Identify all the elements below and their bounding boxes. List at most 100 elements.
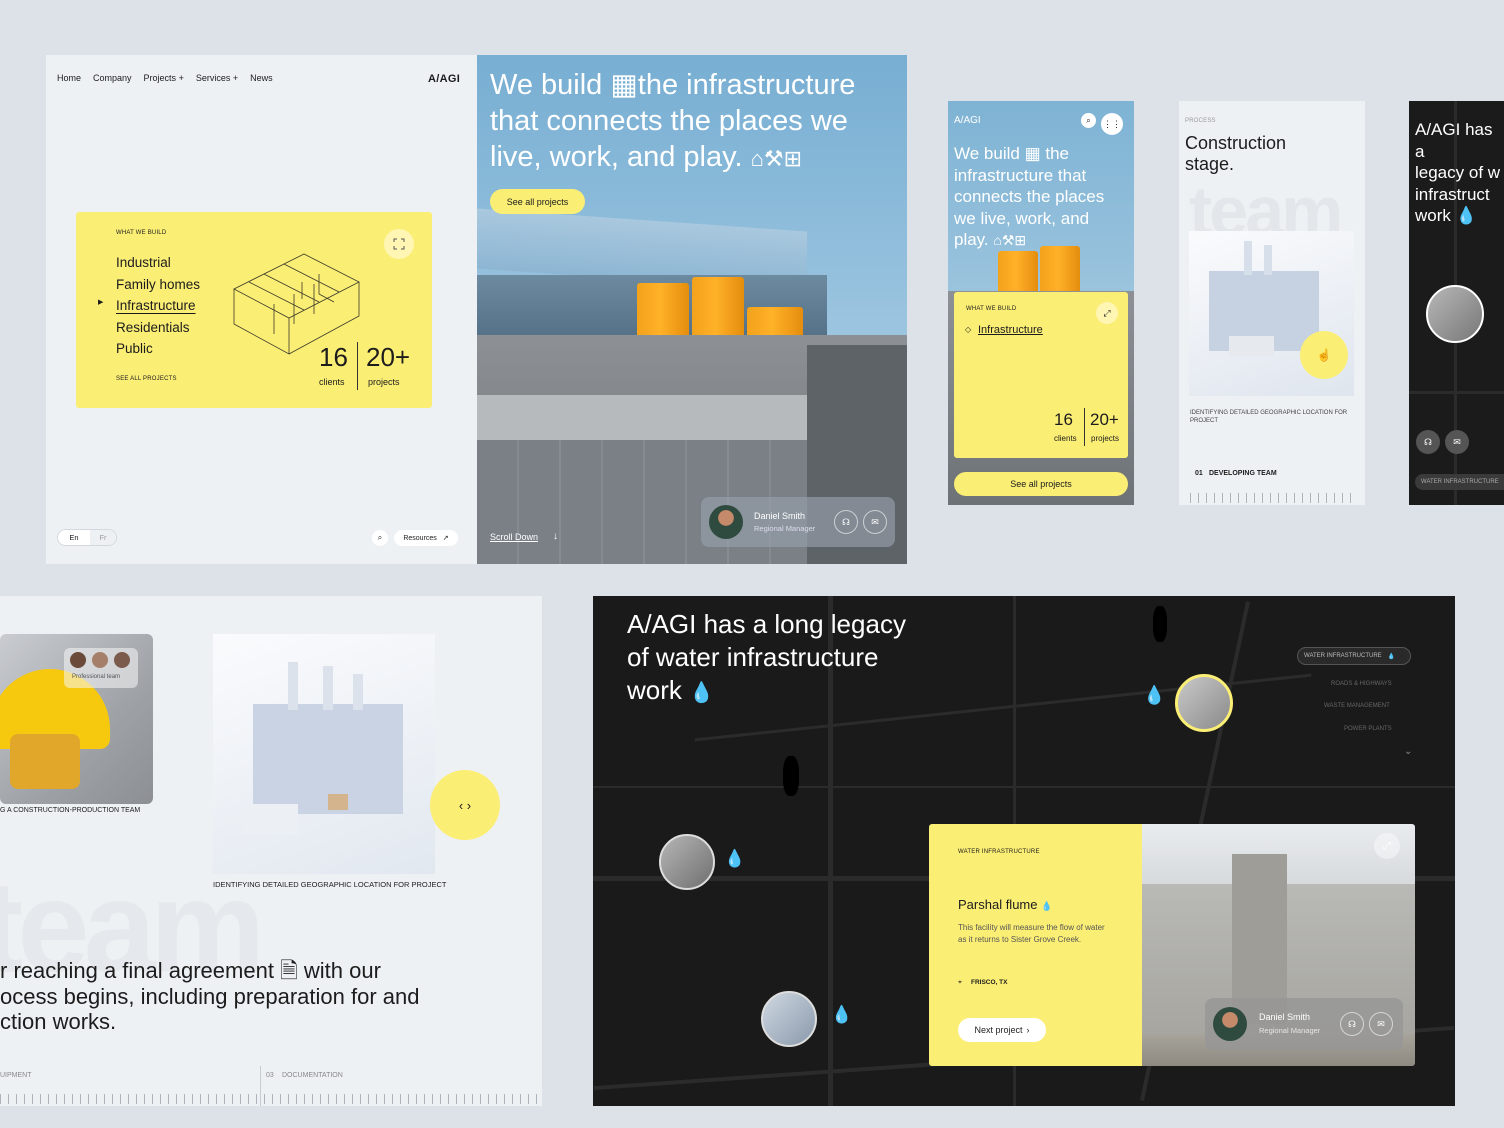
plus-icon: + bbox=[178, 73, 184, 83]
menu-grid-icon[interactable]: ⋮⋮ bbox=[1101, 113, 1123, 135]
resources-label: Resources bbox=[403, 534, 437, 542]
stat-clients-label: clients bbox=[319, 377, 345, 387]
language-switch: En Fr bbox=[57, 529, 117, 546]
filter-water-infrastructure[interactable]: WATER INFRASTRUCTURE 💧 bbox=[1297, 647, 1411, 665]
process-title-1: Construction bbox=[1185, 133, 1287, 153]
step-ruler bbox=[0, 1094, 542, 1104]
mobile-hero-d: connects the places bbox=[954, 187, 1105, 206]
lang-fr[interactable]: Fr bbox=[90, 530, 116, 545]
see-all-projects-button[interactable]: See all projects bbox=[954, 472, 1128, 496]
logo[interactable]: A/AGI bbox=[954, 115, 981, 126]
expand-icon[interactable] bbox=[384, 229, 414, 259]
step-documentation: DOCUMENTATION bbox=[282, 1072, 343, 1079]
category-infrastructure[interactable]: Infrastructure bbox=[978, 324, 1043, 336]
mail-icon[interactable]: ✉ bbox=[863, 510, 887, 534]
next-project-button[interactable]: Next project › bbox=[958, 1018, 1046, 1042]
step-label: DEVELOPING TEAM bbox=[1209, 470, 1277, 477]
project-location: FRISCO, TX bbox=[971, 979, 1008, 986]
location-pin-icon: ⌖ bbox=[958, 979, 962, 986]
map-h2: of water infrastructure bbox=[627, 642, 879, 672]
hero-line-1a: We build bbox=[490, 69, 603, 101]
nav-home[interactable]: Home bbox=[57, 73, 81, 83]
lang-en[interactable]: En bbox=[58, 530, 90, 545]
contact-role: Regional Manager bbox=[1259, 1026, 1321, 1035]
stat-clients-label: clients bbox=[1054, 434, 1077, 443]
project-pin-thumbnail[interactable] bbox=[659, 834, 715, 890]
house-hammer-blocks-icon: ⌂⚒⊞ bbox=[993, 232, 1027, 248]
category-public[interactable]: Public bbox=[116, 338, 200, 360]
house-hammer-blocks-icon: ⌂⚒⊞ bbox=[750, 146, 803, 171]
headset-icon[interactable]: ☊ bbox=[834, 510, 858, 534]
scroll-down-link[interactable]: Scroll Down bbox=[490, 532, 538, 542]
headset-icon[interactable]: ☊ bbox=[1416, 430, 1440, 454]
team-process-panel: Professional team G A CONSTRUCTION-PRODU… bbox=[0, 596, 542, 1106]
glove bbox=[10, 734, 80, 789]
category-residentials[interactable]: Residentials bbox=[116, 317, 200, 339]
filter-label: WATER INFRASTRUCTURE bbox=[1304, 653, 1382, 659]
mobile-hero-e: we live, work, and bbox=[954, 208, 1090, 228]
building-icon: ▦ bbox=[610, 69, 638, 101]
document-icon: 🗎 bbox=[280, 958, 298, 983]
category-industrial[interactable]: Industrial bbox=[116, 252, 200, 274]
project-pin-thumbnail[interactable] bbox=[761, 991, 817, 1047]
filter-waste-management[interactable]: WASTE MANAGEMENT bbox=[1324, 703, 1390, 709]
hero-headline: We build ▦the infrastructure that connec… bbox=[490, 67, 900, 177]
stat-projects-value: 20+ bbox=[1090, 410, 1119, 429]
category-family-homes[interactable]: Family homes bbox=[116, 274, 200, 296]
process-title: Construction stage. bbox=[1185, 133, 1286, 175]
expand-icon[interactable]: ⤢ bbox=[1374, 833, 1400, 859]
contact-name: Daniel Smith bbox=[754, 511, 806, 521]
map-h3: work bbox=[627, 675, 682, 705]
stat-clients-value: 16 bbox=[319, 342, 348, 372]
process-paragraph: r reaching a final agreement 🗎 with our … bbox=[0, 958, 420, 1035]
headset-icon[interactable]: ☊ bbox=[1340, 1012, 1364, 1036]
category-infrastructure[interactable]: Infrastructure bbox=[116, 295, 200, 317]
stat-projects-label: projects bbox=[1091, 434, 1120, 443]
process-caption: IDENTIFYING DETAILED GEOGRAPHIC LOCATION… bbox=[1190, 410, 1348, 424]
mobile-hero-f: play. bbox=[954, 230, 989, 249]
arrow-down-icon: ↓ bbox=[553, 531, 558, 542]
carousel-arrows-button[interactable]: ‹ › bbox=[430, 770, 500, 840]
map-h3: infrastruct bbox=[1415, 184, 1490, 204]
filter-roads-highways[interactable]: ROADS & HIGHWAYS bbox=[1331, 681, 1392, 687]
mail-icon[interactable]: ✉ bbox=[1445, 430, 1469, 454]
step-number: 01 bbox=[1195, 470, 1203, 477]
map-headline: A/AGI has a long legacy of water infrast… bbox=[627, 608, 906, 710]
stat-projects-value: 20+ bbox=[366, 342, 411, 372]
water-drops-icon: 💧 bbox=[831, 1005, 853, 1024]
logo[interactable]: A/AGI bbox=[428, 73, 460, 85]
avatar bbox=[709, 505, 743, 539]
water-drops-icon: 💧 bbox=[1455, 206, 1477, 225]
resources-button[interactable]: Resources ↗ bbox=[394, 530, 458, 546]
water-drops-icon: 💧 bbox=[1143, 685, 1166, 705]
search-icon[interactable]: ⌕ bbox=[1081, 113, 1096, 128]
chevron-down-icon[interactable]: ⌄ bbox=[1404, 746, 1412, 757]
contact-card: Daniel Smith Regional Manager ☊ ✉ bbox=[701, 497, 895, 547]
drag-hand-icon[interactable]: ☝ bbox=[1300, 331, 1348, 379]
see-all-projects-link[interactable]: SEE ALL PROJECTS bbox=[116, 376, 177, 382]
project-thumbnail[interactable] bbox=[1426, 285, 1484, 343]
team-badge-label: Professional team bbox=[72, 674, 121, 680]
expand-icon[interactable]: ⤢ bbox=[1096, 302, 1118, 324]
hero-panel: We build ▦the infrastructure that connec… bbox=[477, 55, 907, 564]
para-2: ocess begins, including preparation for … bbox=[0, 983, 420, 1009]
contact-name: Daniel Smith bbox=[1259, 1012, 1311, 1022]
nav-services[interactable]: Services + bbox=[196, 73, 238, 83]
see-all-projects-button[interactable]: See all projects bbox=[490, 189, 585, 214]
hero-line-1b: the infrastructure bbox=[637, 69, 856, 101]
map-road bbox=[593, 786, 1455, 788]
process-eyebrow: PROCESS bbox=[1185, 118, 1216, 124]
nav-news[interactable]: News bbox=[250, 73, 273, 83]
para-1a: r reaching a final agreement bbox=[0, 958, 274, 983]
nav-company[interactable]: Company bbox=[93, 73, 132, 83]
project-pin-thumbnail[interactable] bbox=[1175, 674, 1233, 732]
mail-icon[interactable]: ✉ bbox=[1369, 1012, 1393, 1036]
avatar bbox=[114, 652, 130, 668]
filter-power-plants[interactable]: POWER PLANTS bbox=[1344, 726, 1392, 732]
contact-card: Daniel Smith Regional Manager ☊ ✉ bbox=[1205, 998, 1403, 1050]
nav-projects[interactable]: Projects + bbox=[144, 73, 184, 83]
map-road bbox=[1409, 391, 1504, 394]
filter-water-infrastructure[interactable]: WATER INFRASTRUCTURE bbox=[1415, 474, 1504, 490]
main-nav: Home Company Projects + Services + News bbox=[57, 73, 273, 83]
search-icon[interactable]: ⌕ bbox=[372, 530, 388, 546]
